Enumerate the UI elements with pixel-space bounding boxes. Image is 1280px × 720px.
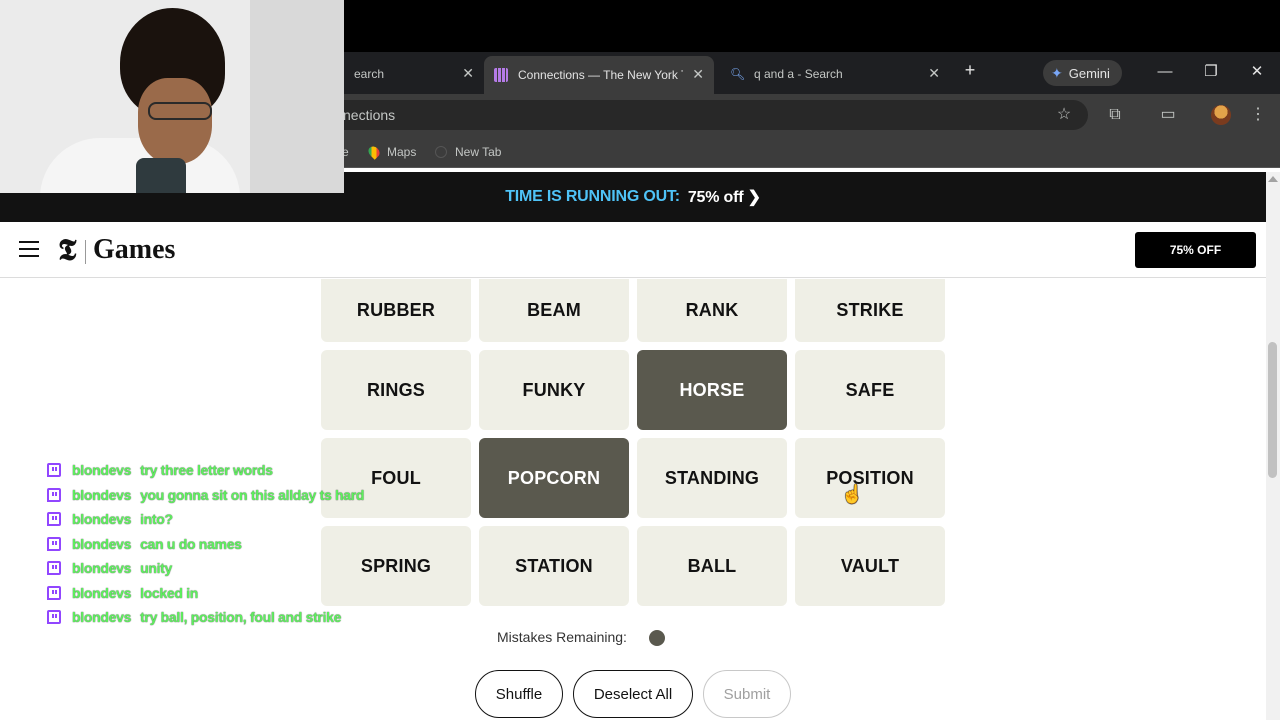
games-logo-text[interactable]: Games [93, 234, 175, 266]
chat-username: blondevs [72, 585, 132, 601]
close-icon[interactable]: ✕ [462, 65, 474, 82]
address-bar[interactable] [300, 100, 1088, 130]
webcam-wall [250, 0, 344, 193]
chat-text: unity [140, 560, 173, 576]
bookmark-new-tab[interactable]: New Tab [435, 145, 501, 159]
tab-title: earch [354, 66, 385, 81]
cast-search-icon[interactable]: ▭ [1157, 104, 1179, 126]
new-tab-button[interactable]: + [960, 60, 980, 84]
word-tile[interactable]: POSITION [795, 438, 945, 518]
twitch-icon [47, 561, 61, 575]
gemini-star-icon: ✦ [1051, 64, 1063, 81]
extensions-icon[interactable]: ⧉ [1104, 104, 1126, 126]
word-tile[interactable]: RINGS [321, 350, 471, 430]
close-icon[interactable]: ✕ [692, 66, 704, 83]
tab-title: q and a - Search [754, 66, 843, 81]
menu-kebab-icon[interactable]: ⋮ [1247, 104, 1269, 126]
webcam-person-glasses [148, 102, 212, 120]
tab-bing-search[interactable]: 🔍︎ q and a - Search ✕ [720, 59, 950, 88]
twitch-icon [47, 512, 61, 526]
mistake-remaining-dot [649, 630, 665, 646]
scrollbar-thumb[interactable] [1268, 342, 1277, 478]
twitch-icon [47, 537, 61, 551]
word-tile[interactable]: SAFE [795, 350, 945, 430]
chat-message: blondevs try three letter words [47, 460, 273, 480]
hand-pointer-icon: ☝ [841, 484, 864, 504]
chat-username: blondevs [72, 487, 132, 503]
minimize-icon[interactable]: — [1150, 60, 1180, 84]
chat-username: blondevs [72, 609, 132, 625]
word-tile[interactable]: RUBBER [321, 279, 471, 342]
subscribe-button[interactable]: 75% OFF [1135, 232, 1256, 268]
gemini-label: Gemini [1068, 65, 1110, 81]
promo-headline: TIME IS RUNNING OUT: [505, 188, 680, 205]
webcam-microphone [136, 158, 186, 193]
chat-text: try three letter words [140, 462, 273, 478]
word-tile[interactable]: STATION [479, 526, 629, 606]
logo-divider [85, 240, 86, 264]
word-tile[interactable]: SPRING [321, 526, 471, 606]
profile-avatar[interactable] [1211, 105, 1231, 125]
nyt-logo-mark[interactable]: 𝕿 [58, 234, 76, 268]
webcam-overlay [0, 0, 344, 193]
twitch-icon [47, 488, 61, 502]
word-tile[interactable]: BALL [637, 526, 787, 606]
word-tile[interactable]: VAULT [795, 526, 945, 606]
bookmark-star-icon[interactable]: ☆ [1053, 104, 1075, 126]
twitch-icon [47, 586, 61, 600]
hamburger-menu-icon[interactable] [19, 241, 39, 259]
address-text[interactable]: nections [343, 107, 395, 123]
word-tile[interactable]: STANDING [637, 438, 787, 518]
maps-pin-icon [366, 144, 382, 160]
submit-button[interactable]: Submit [703, 670, 791, 718]
chat-message: blondevs you gonna sit on this allday ts… [47, 485, 364, 505]
chat-username: blondevs [72, 511, 132, 527]
chat-message: blondevs unity [47, 558, 172, 578]
webcam-person-face [138, 78, 212, 164]
deselect-all-button[interactable]: Deselect All [573, 670, 693, 718]
chat-message: blondevs try ball, position, foul and st… [47, 607, 341, 627]
chat-text: can u do names [140, 536, 242, 552]
scroll-up-arrow-icon[interactable] [1268, 176, 1278, 182]
chat-text: locked in [140, 585, 199, 601]
word-tile-selected[interactable]: HORSE [637, 350, 787, 430]
word-tile[interactable]: STRIKE [795, 279, 945, 342]
globe-icon [435, 146, 447, 158]
chat-username: blondevs [72, 462, 132, 478]
search-icon: 🔍︎ [730, 66, 746, 81]
twitch-icon [47, 610, 61, 624]
games-header [0, 222, 1266, 278]
chat-username: blondevs [72, 536, 132, 552]
chat-text: try ball, position, foul and strike [140, 609, 342, 625]
screen: earch ✕ Connections — The New York Times… [0, 0, 1280, 720]
mistakes-label: Mistakes Remaining: [497, 629, 627, 645]
tab-search[interactable]: earch ✕ [344, 59, 484, 88]
word-tile-selected[interactable]: POPCORN [479, 438, 629, 518]
word-tile[interactable]: FOUL [321, 438, 471, 518]
bookmark-label: Maps [387, 145, 417, 159]
word-tile[interactable]: FUNKY [479, 350, 629, 430]
chat-message: blondevs locked in [47, 583, 198, 603]
word-tile[interactable]: RANK [637, 279, 787, 342]
chat-username: blondevs [72, 560, 132, 576]
bookmark-maps[interactable]: Maps [366, 144, 417, 160]
twitch-icon [47, 463, 61, 477]
chat-text: into? [140, 511, 173, 527]
window-close-icon[interactable]: ✕ [1242, 60, 1272, 84]
restore-icon[interactable]: ❐ [1196, 60, 1226, 84]
chat-text: you gonna sit on this allday ts hard [140, 487, 365, 503]
chat-message: blondevs can u do names [47, 534, 242, 554]
promo-offer: 75% off ❯ [687, 189, 761, 206]
shuffle-button[interactable]: Shuffle [475, 670, 563, 718]
word-tile[interactable]: BEAM [479, 279, 629, 342]
chat-message: blondevs into? [47, 509, 173, 529]
connections-favicon-icon [494, 68, 508, 82]
gemini-button[interactable]: ✦ Gemini [1043, 60, 1122, 86]
bookmark-label: New Tab [455, 145, 502, 159]
close-icon[interactable]: ✕ [928, 65, 940, 82]
tab-connections[interactable]: Connections — The New York Times ✕ [484, 56, 714, 94]
tab-title: Connections — The New York Times [518, 68, 683, 82]
